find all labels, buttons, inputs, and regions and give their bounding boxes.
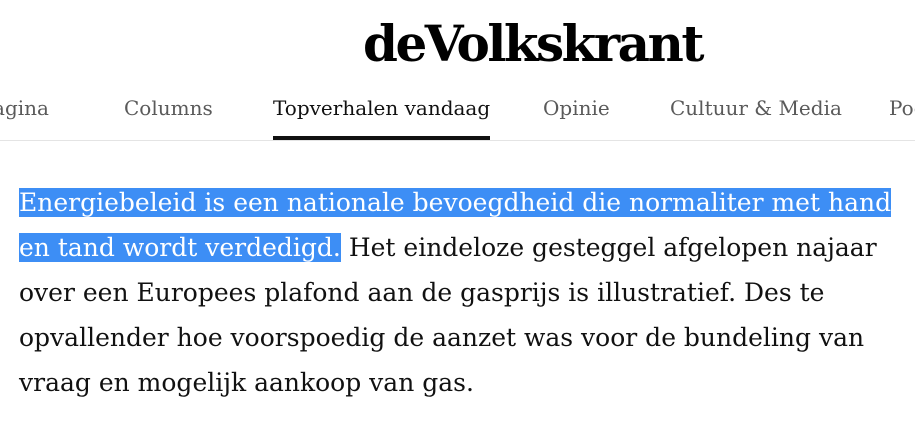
site-logo[interactable]: deVolkskrant — [363, 14, 723, 74]
nav-item-cultuur-media[interactable]: Cultuur & Media — [670, 94, 842, 140]
article-paragraph: Energiebeleid is een nationale bevoegdhe… — [19, 180, 909, 405]
nav-item-topverhalen-vandaag[interactable]: Topverhalen vandaag — [273, 94, 491, 140]
nav-item-voorpagina[interactable]: Voorpagina — [0, 94, 49, 140]
section-nav: Voorpagina Columns Topverhalen vandaag O… — [0, 76, 915, 141]
nav-item-opinie[interactable]: Opinie — [543, 94, 610, 140]
nav-item-columns[interactable]: Columns — [124, 94, 213, 140]
nav-item-podcasts[interactable]: Podcasts — [889, 94, 915, 140]
